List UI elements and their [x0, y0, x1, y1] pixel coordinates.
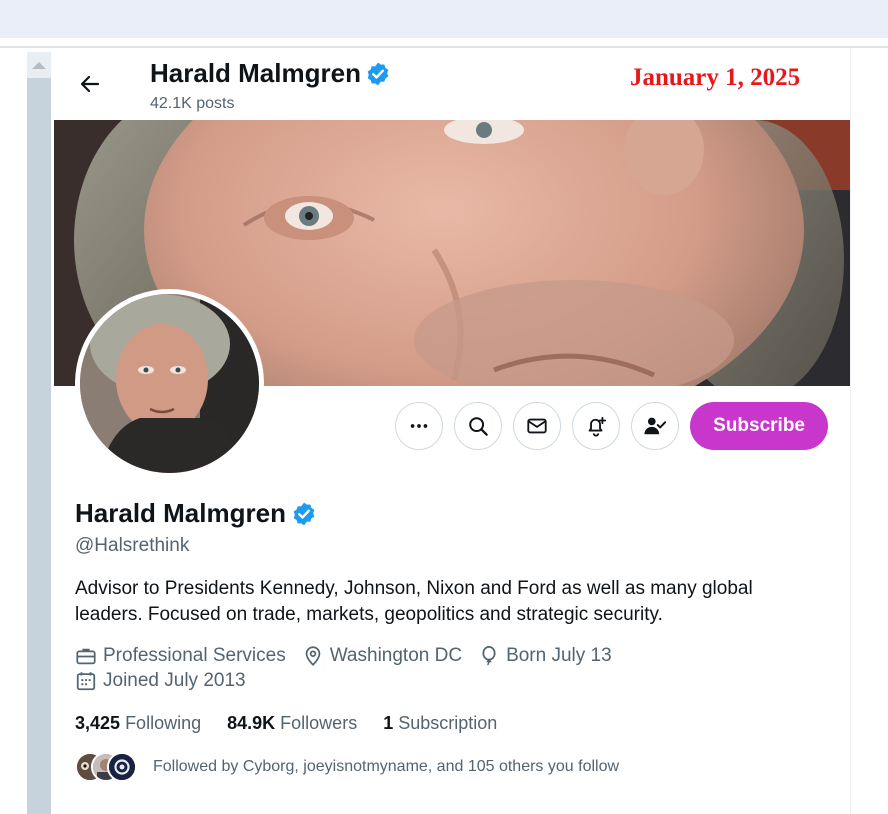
date-stamp: January 1, 2025 — [630, 64, 801, 91]
verified-badge-icon — [367, 62, 389, 85]
notification-bell-icon — [588, 416, 607, 437]
following-count: 3,425 — [75, 713, 121, 733]
avatar[interactable] — [75, 289, 264, 478]
location-pin-icon — [305, 646, 320, 666]
search-icon — [469, 417, 488, 436]
category-label[interactable]: Professional Services — [103, 645, 286, 667]
joined-item: Joined July 2013 — [75, 670, 246, 692]
divider — [850, 48, 851, 814]
following-button[interactable] — [631, 402, 680, 450]
location-label: Washington DC — [329, 645, 463, 666]
avatar-photo — [80, 294, 259, 473]
balloon-icon — [482, 645, 496, 666]
header-name: Harald Malmgren — [150, 58, 361, 88]
followers-count: 84.9K — [227, 713, 276, 733]
scroll-up-button[interactable] — [27, 52, 51, 78]
calendar-icon — [76, 672, 96, 691]
followed-by-row[interactable]: Followed by Cyborg, joeyisnotmyname, and… — [75, 752, 619, 782]
subscriptions-link[interactable]: 1 Subscription — [383, 713, 497, 734]
search-button[interactable] — [454, 402, 503, 450]
message-button[interactable] — [513, 402, 562, 450]
following-check-icon — [644, 417, 667, 435]
briefcase-icon — [76, 648, 96, 665]
joined-row: Joined July 2013 — [75, 670, 246, 692]
profile-name: Harald Malmgren — [75, 498, 317, 529]
profile-meta-row: Professional Services Washington DC Born… — [75, 645, 612, 667]
scrollbar-track[interactable] — [27, 52, 51, 814]
avatar — [107, 752, 137, 782]
subscription-count: 1 — [383, 713, 394, 733]
mail-icon — [527, 418, 547, 434]
scroll-up-icon — [32, 61, 46, 69]
profile-bio: Advisor to Presidents Kennedy, Johnson, … — [75, 578, 753, 625]
joined-label: Joined July 2013 — [103, 670, 246, 691]
profile-actions: Subscribe — [395, 402, 828, 450]
verified-badge-icon[interactable] — [291, 501, 317, 527]
following-label: Following — [125, 713, 202, 733]
mutual-followers-avatars — [75, 752, 137, 782]
followers-label: Followers — [280, 713, 358, 733]
back-arrow-icon — [80, 75, 100, 93]
back-button[interactable] — [76, 70, 104, 98]
followed-by-text: Followed by Cyborg, joeyisnotmyname, and… — [153, 758, 620, 775]
follow-stats: 3,425 Following 84.9K Followers 1 Subscr… — [75, 713, 497, 734]
profile-page: Harald Malmgren 42.1K posts January 1, 2… — [54, 48, 850, 814]
subscribe-button[interactable]: Subscribe — [690, 402, 828, 450]
profile-handle: @Halsrethink — [75, 535, 190, 556]
location-item: Washington DC — [302, 645, 462, 667]
notifications-button[interactable] — [572, 402, 621, 450]
more-button[interactable] — [395, 402, 444, 450]
followers-link[interactable]: 84.9K Followers — [227, 713, 357, 734]
browser-top-bar — [0, 0, 888, 38]
birthday-item: Born July 13 — [478, 645, 612, 667]
profile-display-name: Harald Malmgren — [75, 498, 286, 528]
birthday-label: Born July 13 — [506, 645, 612, 666]
more-icon — [410, 424, 428, 428]
header-title: Harald Malmgren — [150, 58, 391, 89]
post-count: 42.1K posts — [150, 95, 235, 112]
category-item: Professional Services — [75, 645, 286, 667]
following-link[interactable]: 3,425 Following — [75, 713, 201, 734]
subscription-label: Subscription — [398, 713, 498, 733]
